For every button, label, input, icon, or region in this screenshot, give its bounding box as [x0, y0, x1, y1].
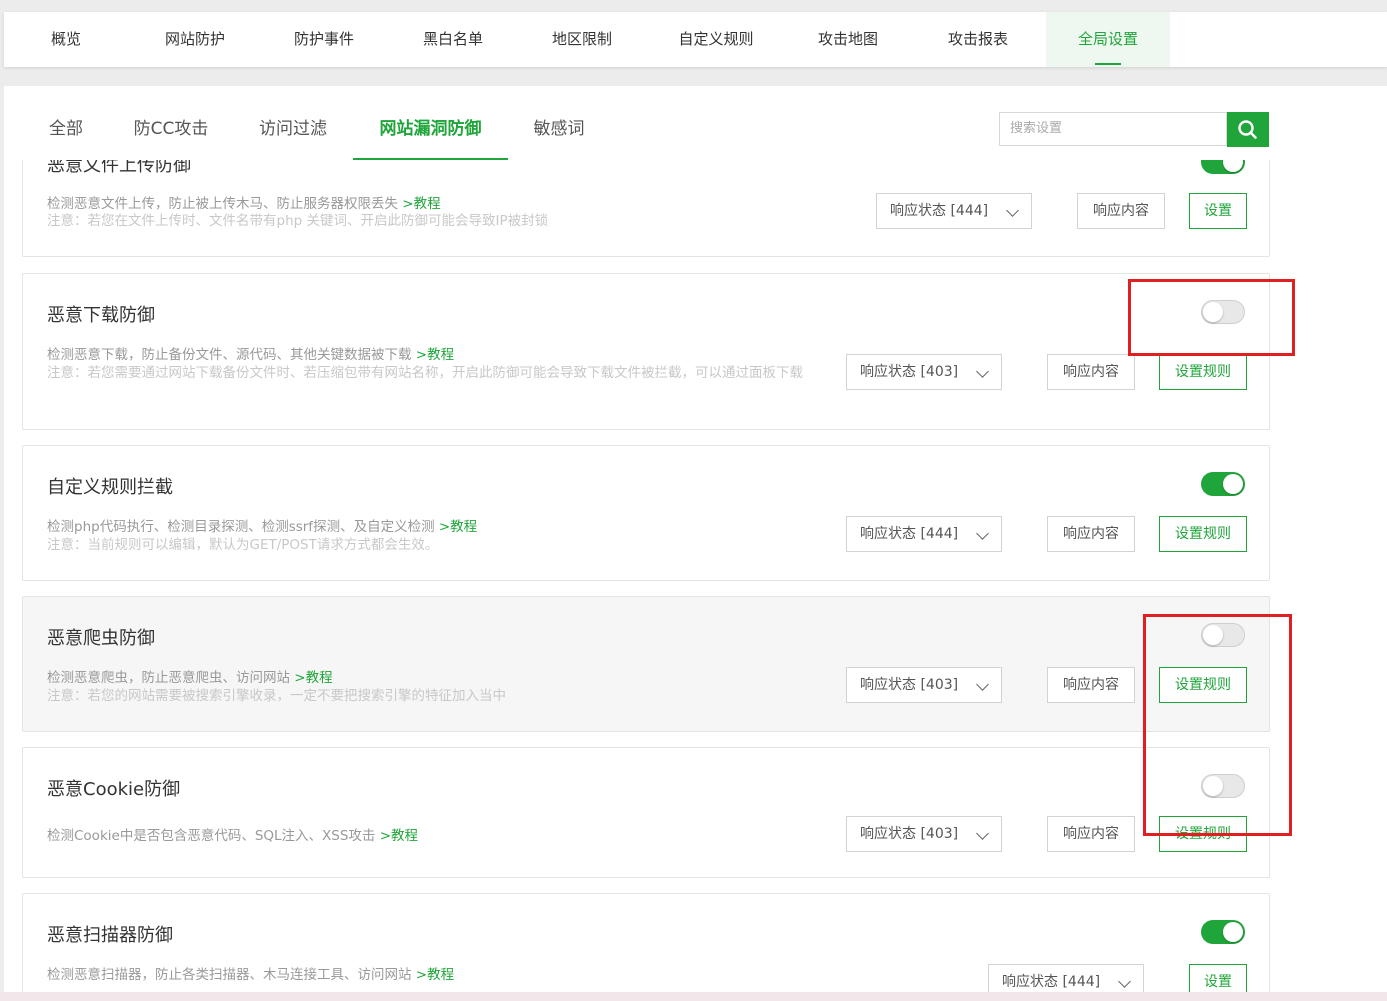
rule-card-scanner: 恶意扫描器防御 检测恶意扫描器，防止各类扫描器、木马连接工具、访问网站 >教程 … [22, 893, 1270, 1001]
custom-rule-toggle[interactable] [1201, 472, 1245, 496]
search-input[interactable]: 搜索设置 [999, 112, 1227, 146]
rule-desc: 检测php代码执行、检测目录探测、检测ssrf探测、及自定义检测 >教程 [47, 515, 477, 535]
response-status-select[interactable]: 响应状态 [444] [846, 516, 1002, 552]
response-status-select[interactable]: 响应状态 [403] [846, 354, 1002, 390]
rule-note: 注意：若您需要通过网站下载备份文件时、若压缩包带有网站名称，开启此防御可能会导致… [47, 365, 803, 381]
chevron-down-icon [976, 827, 989, 840]
response-content-button[interactable]: 响应内容 [1047, 354, 1135, 390]
rule-title: 恶意扫描器防御 [47, 925, 173, 946]
response-status-value: 响应状态 [403] [860, 677, 959, 693]
rule-note: 注意：若您在文件上传时、文件名带有php 关键词、开启此防御可能会导致IP被封锁 [47, 213, 549, 229]
tab-sensitive-words[interactable]: 敏感词 [518, 86, 600, 158]
response-status-value: 响应状态 [444] [890, 203, 989, 219]
bottom-strip [0, 992, 1387, 1001]
toggle-knob [1223, 474, 1243, 494]
set-rules-button[interactable]: 设置规则 [1159, 516, 1247, 552]
nav-attack-map[interactable]: 攻击地图 [788, 12, 908, 67]
sub-tabs: 全部 防CC攻击 访问过滤 网站漏洞防御 敏感词 搜索设置 [4, 86, 1387, 160]
nav-global-settings[interactable]: 全局设置 [1046, 12, 1170, 67]
rule-desc: 检测恶意爬虫，防止恶意爬虫、访问网站 >教程 [47, 666, 333, 686]
rule-note: 注意：若您的网站需要被搜索引擎收录，一定不要把搜索引擎的特征加入当中 [47, 688, 506, 704]
tutorial-link[interactable]: >教程 [439, 519, 477, 535]
nav-black-white-list[interactable]: 黑白名单 [386, 12, 520, 67]
rule-desc-text: 检测恶意下载，防止备份文件、源代码、其他关键数据被下载 [47, 347, 412, 363]
tutorial-link[interactable]: >教程 [402, 196, 440, 212]
rule-title: 恶意Cookie防御 [47, 779, 181, 800]
nav-overview[interactable]: 概览 [4, 12, 128, 67]
chevron-down-icon [1006, 204, 1019, 217]
response-status-select[interactable]: 响应状态 [444] [876, 193, 1032, 229]
toggle-knob [1223, 160, 1243, 172]
chevron-down-icon [976, 678, 989, 691]
chevron-down-icon [1118, 975, 1131, 988]
tab-access-filter[interactable]: 访问过滤 [238, 86, 348, 158]
rule-title: 恶意爬虫防御 [47, 628, 155, 649]
settings-panel: 全部 防CC攻击 访问过滤 网站漏洞防御 敏感词 搜索设置 恶意文件上传防御 检… [4, 86, 1387, 1001]
nav-attack-report[interactable]: 攻击报表 [908, 12, 1048, 67]
tutorial-link[interactable]: >教程 [380, 828, 418, 844]
upload-toggle[interactable] [1201, 160, 1245, 174]
response-status-value: 响应状态 [444] [1002, 974, 1101, 990]
rule-desc: 检测Cookie中是否包含恶意代码、SQL注入、XSS攻击 >教程 [47, 824, 418, 844]
rule-title: 恶意下载防御 [47, 305, 155, 326]
chevron-down-icon [976, 527, 989, 540]
tab-vuln-defense[interactable]: 网站漏洞防御 [353, 86, 508, 160]
set-rules-button[interactable]: 设置规则 [1159, 354, 1247, 390]
response-status-value: 响应状态 [403] [860, 826, 959, 842]
active-underline [1095, 63, 1121, 65]
rule-desc-text: 检测恶意文件上传，防止被上传木马、防止服务器权限丢失 [47, 196, 398, 212]
nav-site-protection[interactable]: 网站防护 [128, 12, 262, 67]
response-content-button[interactable]: 响应内容 [1077, 193, 1165, 229]
rule-note: 注意：当前规则可以编辑，默认为GET/POST请求方式都会生效。 [47, 537, 439, 553]
rule-desc-text: 检测php代码执行、检测目录探测、检测ssrf探测、及自定义检测 [47, 519, 435, 535]
response-status-select[interactable]: 响应状态 [403] [846, 816, 1002, 852]
toggle-knob [1223, 922, 1243, 942]
search-icon [1238, 120, 1257, 139]
response-content-button[interactable]: 响应内容 [1047, 667, 1135, 703]
nav-region-limit[interactable]: 地区限制 [520, 12, 644, 67]
settings-button[interactable]: 设置 [1189, 193, 1247, 229]
response-status-value: 响应状态 [403] [860, 364, 959, 380]
nav-protection-events[interactable]: 防护事件 [262, 12, 386, 67]
scanner-toggle[interactable] [1201, 920, 1245, 944]
highlight-box-crawler-cookie [1143, 614, 1292, 836]
rule-desc-text: 检测恶意爬虫，防止恶意爬虫、访问网站 [47, 670, 290, 686]
search-button[interactable] [1227, 112, 1269, 147]
rule-title: 自定义规则拦截 [47, 477, 173, 498]
response-status-select[interactable]: 响应状态 [403] [846, 667, 1002, 703]
rule-desc: 检测恶意下载，防止备份文件、源代码、其他关键数据被下载 >教程 [47, 343, 454, 363]
chevron-down-icon [976, 365, 989, 378]
rule-desc: 检测恶意扫描器，防止各类扫描器、木马连接工具、访问网站 >教程 [47, 963, 454, 983]
highlight-box-download [1128, 279, 1295, 356]
rule-card-upload: 恶意文件上传防御 检测恶意文件上传，防止被上传木马、防止服务器权限丢失 >教程 … [22, 160, 1270, 257]
response-content-button[interactable]: 响应内容 [1047, 516, 1135, 552]
rule-card-crawler: 恶意爬虫防御 检测恶意爬虫，防止恶意爬虫、访问网站 >教程 注意：若您的网站需要… [22, 596, 1270, 732]
nav-global-settings-label: 全局设置 [1077, 30, 1138, 48]
tutorial-link[interactable]: >教程 [416, 347, 454, 363]
tab-all[interactable]: 全部 [28, 86, 104, 158]
rule-card-cookie: 恶意Cookie防御 检测Cookie中是否包含恶意代码、SQL注入、XSS攻击… [22, 747, 1270, 878]
rule-card-custom: 自定义规则拦截 检测php代码执行、检测目录探测、检测ssrf探测、及自定义检测… [22, 445, 1270, 581]
rule-title: 恶意文件上传防御 [47, 160, 191, 176]
nav-custom-rules[interactable]: 自定义规则 [644, 12, 788, 67]
top-nav: 概览 网站防护 防护事件 黑白名单 地区限制 自定义规则 攻击地图 攻击报表 全… [4, 12, 1387, 67]
tab-anti-cc[interactable]: 防CC攻击 [116, 86, 226, 158]
rule-card-download: 恶意下载防御 检测恶意下载，防止备份文件、源代码、其他关键数据被下载 >教程 注… [22, 273, 1270, 430]
tutorial-link[interactable]: >教程 [416, 967, 454, 983]
response-content-button[interactable]: 响应内容 [1047, 816, 1135, 852]
tutorial-link[interactable]: >教程 [294, 670, 332, 686]
response-status-value: 响应状态 [444] [860, 526, 959, 542]
rule-desc-text: 检测Cookie中是否包含恶意代码、SQL注入、XSS攻击 [47, 828, 376, 844]
rule-desc: 检测恶意文件上传，防止被上传木马、防止服务器权限丢失 >教程 [47, 192, 441, 212]
rule-desc-text: 检测恶意扫描器，防止各类扫描器、木马连接工具、访问网站 [47, 967, 412, 983]
